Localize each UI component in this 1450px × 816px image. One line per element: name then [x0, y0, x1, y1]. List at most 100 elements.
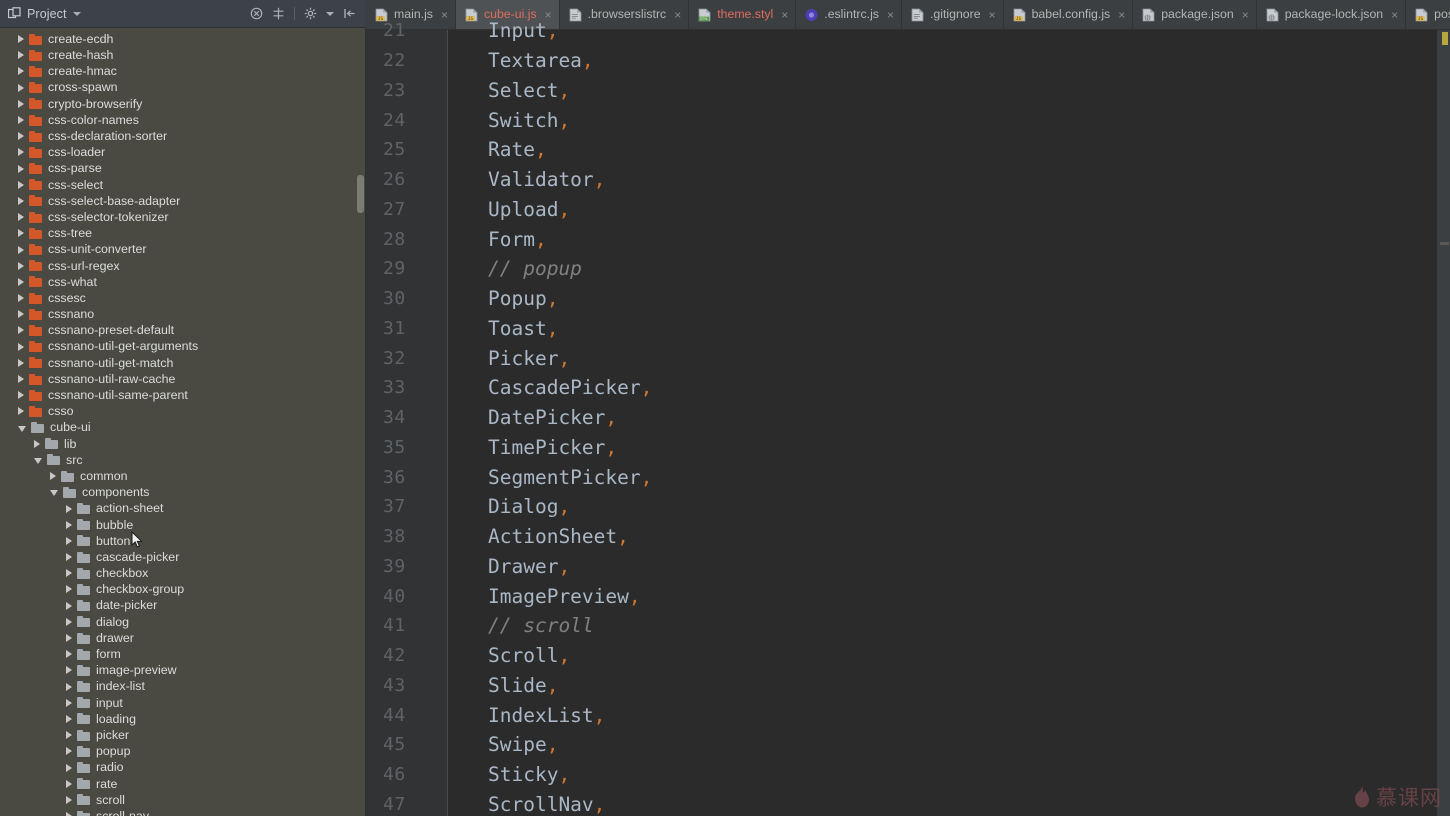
chevron-right-icon[interactable] [66, 634, 72, 643]
chevron-right-icon[interactable] [66, 812, 72, 816]
tree-item-css-tree[interactable]: css-tree [0, 225, 366, 241]
tree-item-create-hash[interactable]: create-hash [0, 47, 366, 63]
chevron-right-icon[interactable] [66, 585, 72, 594]
chevron-right-icon[interactable] [18, 164, 24, 173]
code-line[interactable]: 27 Upload, [366, 195, 1450, 225]
chevron-right-icon[interactable] [18, 326, 24, 335]
tree-item-popup[interactable]: popup [0, 743, 366, 759]
tree-item-cssnano[interactable]: cssnano [0, 306, 366, 322]
code-line[interactable]: 40 ImagePreview, [366, 581, 1450, 611]
tree-item-drawer[interactable]: drawer [0, 630, 366, 646]
sidebar-vertical-scrollbar[interactable] [357, 175, 364, 213]
chevron-right-icon[interactable] [18, 261, 24, 270]
chevron-right-icon[interactable] [18, 51, 24, 60]
tree-item-css-unit-converter[interactable]: css-unit-converter [0, 241, 366, 257]
code-line[interactable]: 36 SegmentPicker, [366, 462, 1450, 492]
chevron-right-icon[interactable] [66, 763, 72, 772]
chevron-right-icon[interactable] [66, 601, 72, 610]
tree-item-csso[interactable]: csso [0, 403, 366, 419]
code-line[interactable]: 23 Select, [366, 76, 1450, 106]
tree-item-css-declaration-sorter[interactable]: css-declaration-sorter [0, 128, 366, 144]
chevron-right-icon[interactable] [18, 67, 24, 76]
code-line[interactable]: 28 Form, [366, 224, 1450, 254]
tree-item-radio[interactable]: radio [0, 759, 366, 775]
tree-item-css-what[interactable]: css-what [0, 274, 366, 290]
code-line[interactable]: 38 ActionSheet, [366, 522, 1450, 552]
chevron-right-icon[interactable] [18, 148, 24, 157]
tree-item-cube-ui[interactable]: cube-ui [0, 420, 366, 436]
code-line[interactable]: 25 Rate, [366, 135, 1450, 165]
code-line[interactable]: 24 Switch, [366, 105, 1450, 135]
chevron-right-icon[interactable] [66, 714, 72, 723]
code-line[interactable]: 29 // popup [366, 254, 1450, 284]
tree-item-cascade-picker[interactable]: cascade-picker [0, 549, 366, 565]
locate-file-icon[interactable] [272, 7, 285, 20]
chevron-right-icon[interactable] [18, 358, 24, 367]
code-line[interactable]: 41 // scroll [366, 611, 1450, 641]
tree-item-lib[interactable]: lib [0, 436, 366, 452]
tree-item-css-select[interactable]: css-select [0, 177, 366, 193]
code-line[interactable]: 47 ScrollNav, [366, 790, 1450, 816]
tree-item-create-ecdh[interactable]: create-ecdh [0, 31, 366, 47]
tree-item-cssnano-util-raw-cache[interactable]: cssnano-util-raw-cache [0, 371, 366, 387]
gear-chevron-down-icon[interactable] [326, 11, 334, 16]
tree-item-cssnano-preset-default[interactable]: cssnano-preset-default [0, 322, 366, 338]
tree-item-crypto-browserify[interactable]: crypto-browserify [0, 96, 366, 112]
chevron-right-icon[interactable] [18, 407, 24, 416]
chevron-down-icon[interactable] [50, 490, 58, 497]
tree-item-bubble[interactable]: bubble [0, 517, 366, 533]
chevron-right-icon[interactable] [18, 213, 24, 222]
chevron-right-icon[interactable] [66, 731, 72, 740]
chevron-right-icon[interactable] [18, 35, 24, 44]
tree-item-cssesc[interactable]: cssesc [0, 290, 366, 306]
tree-item-cssnano-util-same-parent[interactable]: cssnano-util-same-parent [0, 387, 366, 403]
code-line[interactable]: 26 Validator, [366, 165, 1450, 195]
tree-item-index-list[interactable]: index-list [0, 679, 366, 695]
hide-panel-icon[interactable] [343, 7, 356, 20]
code-line[interactable]: 34 DatePicker, [366, 403, 1450, 433]
code-line[interactable]: 32 Picker, [366, 343, 1450, 373]
tree-item-dialog[interactable]: dialog [0, 614, 366, 630]
tree-item-input[interactable]: input [0, 695, 366, 711]
code-line[interactable]: 39 Drawer, [366, 552, 1450, 582]
tree-item-action-sheet[interactable]: action-sheet [0, 500, 366, 516]
tree-item-scroll[interactable]: scroll [0, 792, 366, 808]
code-editor[interactable]: 21 Input, 22 Textarea, 23 Select, 24 Switch, 25 R… [366, 19, 1450, 816]
tree-item-css-loader[interactable]: css-loader [0, 144, 366, 160]
chevron-right-icon[interactable] [18, 294, 24, 303]
tree-item-components[interactable]: components [0, 484, 366, 500]
warning-marker[interactable] [1442, 32, 1448, 45]
chevron-right-icon[interactable] [66, 650, 72, 659]
chevron-right-icon[interactable] [18, 132, 24, 141]
chevron-right-icon[interactable] [18, 375, 24, 384]
chevron-right-icon[interactable] [18, 116, 24, 125]
tree-item-cssnano-util-get-match[interactable]: cssnano-util-get-match [0, 355, 366, 371]
chevron-right-icon[interactable] [18, 180, 24, 189]
code-line[interactable]: 35 TimePicker, [366, 433, 1450, 463]
chevron-right-icon[interactable] [66, 779, 72, 788]
chevron-right-icon[interactable] [66, 795, 72, 804]
tree-item-rate[interactable]: rate [0, 776, 366, 792]
chevron-right-icon[interactable] [18, 310, 24, 319]
code-line[interactable]: 37 Dialog, [366, 492, 1450, 522]
project-file-tree[interactable]: create-ecdh create-hash create-hmac cross-s… [0, 28, 366, 816]
chevron-right-icon[interactable] [18, 342, 24, 351]
chevron-right-icon[interactable] [18, 245, 24, 254]
chevron-right-icon[interactable] [66, 682, 72, 691]
tree-item-picker[interactable]: picker [0, 727, 366, 743]
chevron-right-icon[interactable] [50, 472, 56, 481]
collapse-all-icon[interactable] [250, 7, 263, 20]
chevron-down-icon[interactable] [72, 11, 81, 16]
tree-item-cross-spawn[interactable]: cross-spawn [0, 80, 366, 96]
tree-item-form[interactable]: form [0, 646, 366, 662]
tree-item-src[interactable]: src [0, 452, 366, 468]
code-line[interactable]: 33 CascadePicker, [366, 373, 1450, 403]
code-line[interactable]: 43 Slide, [366, 671, 1450, 701]
chevron-down-icon[interactable] [34, 457, 42, 464]
tree-item-css-selector-tokenizer[interactable]: css-selector-tokenizer [0, 209, 366, 225]
code-line[interactable]: 30 Popup, [366, 284, 1450, 314]
tree-item-css-color-names[interactable]: css-color-names [0, 112, 366, 128]
code-line[interactable]: 21 Input, [366, 16, 1450, 46]
chevron-right-icon[interactable] [66, 504, 72, 513]
chevron-right-icon[interactable] [18, 99, 24, 108]
